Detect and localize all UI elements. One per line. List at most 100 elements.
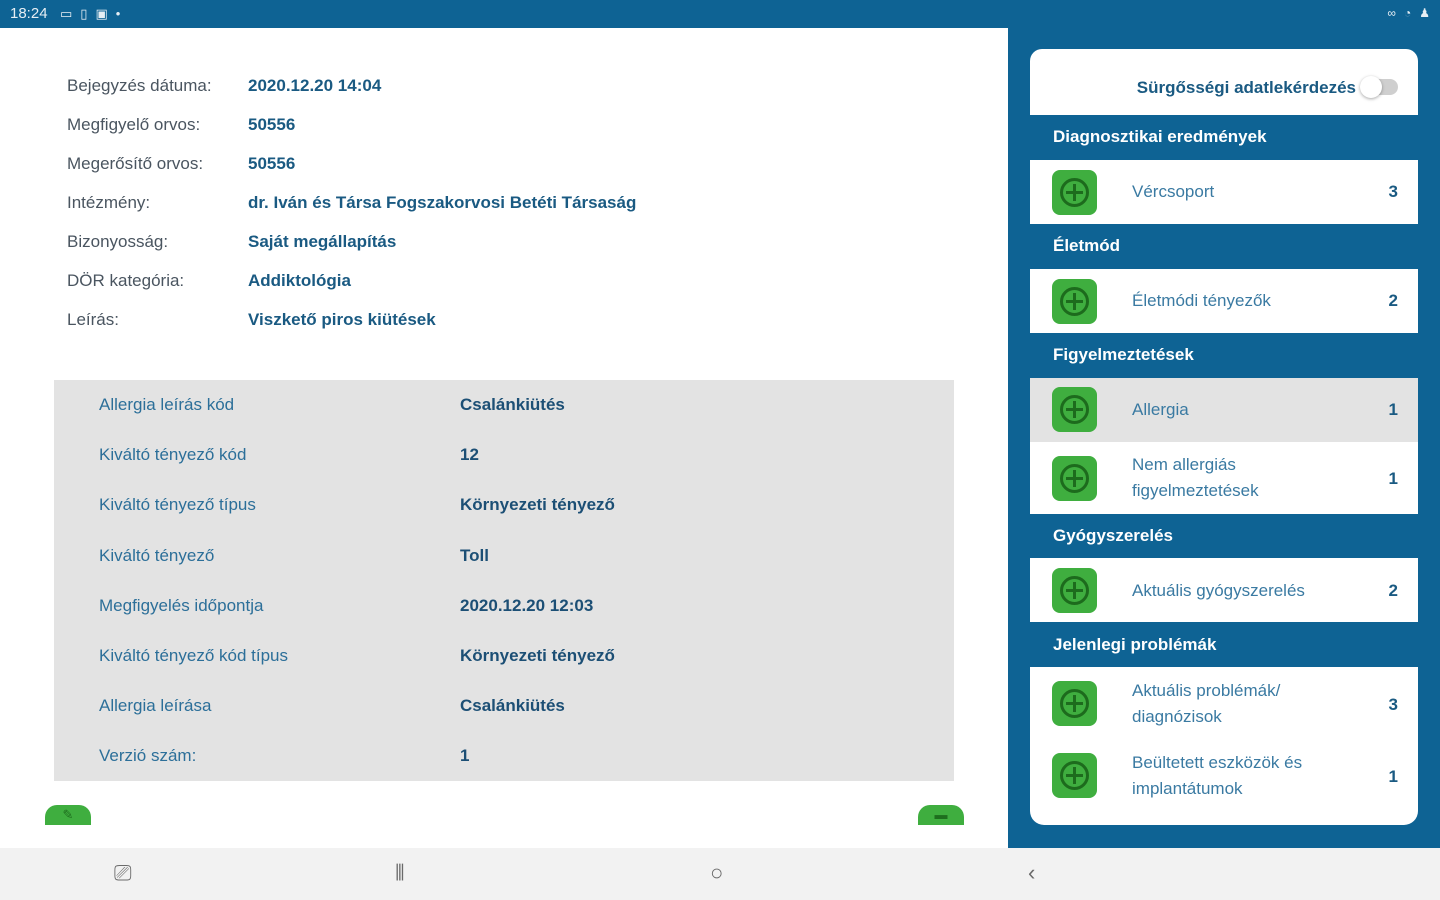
card-medication: Aktuális gyógyszerelés 2 xyxy=(1030,558,1418,622)
sidebar-item-count: 1 xyxy=(1388,400,1398,419)
info-value: Addiktológia xyxy=(248,271,351,290)
info-label: Intézmény: xyxy=(67,193,151,212)
detail-value: Csalánkiütés xyxy=(460,696,565,716)
dot-icon: • xyxy=(115,6,121,21)
info-row-institution: Intézmény: dr. Iván és Társa Fogszakorvo… xyxy=(67,193,636,232)
detail-value: Környezeti tényező xyxy=(460,495,615,515)
info-value: 50556 xyxy=(248,115,296,134)
detail-row: Kiváltó tényező kód típus Környezeti tén… xyxy=(54,646,954,696)
sidebar-item-count: 3 xyxy=(1388,182,1398,201)
detail-row: Kiváltó tényező típus Környezeti tényező xyxy=(54,495,954,545)
card-lifestyle: Életmódi tényezők 2 xyxy=(1030,269,1418,333)
sidebar-item-implants[interactable]: Beültetett eszközök és implantátumok 1 xyxy=(1030,739,1418,811)
status-bar: 18:24 ▭ ▯ ▣ • ∞ ◔ ♟ xyxy=(0,0,1440,28)
sidebar-item-label: Nem allergiás figyelmeztetések xyxy=(1132,455,1259,500)
info-row-date: Bejegyzés dátuma: 2020.12.20 14:04 xyxy=(67,76,636,115)
record-info: Bejegyzés dátuma: 2020.12.20 14:04 Megfi… xyxy=(67,76,636,349)
plus-circle-icon xyxy=(1052,568,1097,613)
detail-value: Toll xyxy=(460,545,489,565)
record-detail-pane: Bejegyzés dátuma: 2020.12.20 14:04 Megfi… xyxy=(0,28,1008,848)
wifi-icon: ◔ xyxy=(1403,6,1412,20)
status-right-icons: ∞ ◔ ♟ xyxy=(1387,6,1430,20)
detail-value: 1 xyxy=(460,746,470,766)
sidebar-item-count: 2 xyxy=(1388,581,1398,600)
detail-label: Kiváltó tényező xyxy=(99,545,215,565)
section-title-diagnostics: Diagnosztikai eredmények xyxy=(1053,127,1267,146)
edit-button[interactable]: ✎ xyxy=(45,805,91,825)
info-value: Viszkető piros kiütések xyxy=(248,310,436,329)
link-icon: ∞ xyxy=(1387,6,1396,20)
section-title-lifestyle: Életmód xyxy=(1053,236,1121,255)
detail-row: Kiváltó tényező kód 12 xyxy=(54,445,954,495)
info-label: Megerősítő orvos: xyxy=(67,154,204,173)
detail-row: Allergia leírása Csalánkiütés xyxy=(54,696,954,746)
screenshot-icon[interactable]: ⎚ xyxy=(114,860,132,886)
emergency-query-label: Sürgősségi adatlekérdezés xyxy=(1136,78,1356,97)
navigation-bar: ⎚ ⦀ ○ ‹ xyxy=(0,848,1440,900)
detail-label: Kiváltó tényező kód típus xyxy=(99,645,289,665)
sidebar-item-count: 2 xyxy=(1388,291,1398,310)
emergency-query-card: Sürgősségi adatlekérdezés xyxy=(1030,49,1418,115)
sidebar-item-non-allergy-warnings[interactable]: Nem allergiás figyelmeztetések 1 xyxy=(1030,442,1418,514)
detail-row: Kiváltó tényező Toll xyxy=(54,546,954,596)
card-diagnostics: Vércsoport 3 xyxy=(1030,160,1418,224)
sidebar-item-label: Vércsoport xyxy=(1132,182,1215,201)
sidebar-item-allergy[interactable]: Allergia 1 xyxy=(1030,378,1418,442)
sidebar-item-lifestyle-factors[interactable]: Életmódi tényezők 2 xyxy=(1030,269,1418,333)
sidebar-item-label: Aktuális gyógyszerelés xyxy=(1132,581,1305,600)
detail-label: Allergia leírás kód xyxy=(99,395,235,414)
info-value: 50556 xyxy=(248,154,296,173)
detail-label: Megfigyelés időpontja xyxy=(99,595,264,615)
info-label: Bizonyosság: xyxy=(67,232,169,251)
plus-circle-icon xyxy=(1052,681,1097,726)
info-row-confirmer: Megerősítő orvos: 50556 xyxy=(67,154,636,193)
status-left-icons: ▭ ▯ ▣ • xyxy=(60,6,120,22)
plus-circle-icon xyxy=(1052,279,1097,324)
plus-circle-icon xyxy=(1052,170,1097,215)
status-time: 18:24 xyxy=(10,5,48,22)
info-row-certainty: Bizonyosság: Saját megállapítás xyxy=(67,232,636,271)
message-icon: ▭ xyxy=(60,6,73,21)
info-row-description: Leírás: Viszkető piros kiütések xyxy=(67,310,636,349)
plus-circle-icon xyxy=(1052,753,1097,798)
emergency-query-toggle[interactable] xyxy=(1360,76,1398,98)
recents-icon[interactable]: ⦀ xyxy=(395,860,405,886)
detail-value: 12 xyxy=(460,445,479,465)
sidebar-item-label: Allergia xyxy=(1132,400,1189,419)
info-label: Leírás: xyxy=(67,310,119,329)
detail-label: Verzió szám: xyxy=(99,746,197,766)
sidebar-item-blood-type[interactable]: Vércsoport 3 xyxy=(1030,160,1418,224)
info-value: Saját megállapítás xyxy=(248,232,397,251)
sidebar-item-label: Beültetett eszközök és implantátumok xyxy=(1132,753,1303,798)
photo-icon: ▣ xyxy=(95,6,108,21)
section-title-warnings: Figyelmeztetések xyxy=(1053,345,1194,364)
delete-button[interactable]: ▬ xyxy=(918,805,964,825)
back-icon[interactable]: ‹ xyxy=(1028,860,1035,886)
person-icon: ♟ xyxy=(1419,6,1430,20)
sidebar-item-current-medication[interactable]: Aktuális gyógyszerelés 2 xyxy=(1030,558,1418,622)
card-current-problems: Aktuális problémák/ diagnózisok 3 Beülte… xyxy=(1030,667,1418,825)
info-row-category: DÖR kategória: Addiktológia xyxy=(67,271,636,310)
card-warnings: Allergia 1 Nem allergiás figyelmeztetése… xyxy=(1030,378,1418,514)
sidebar-item-current-diagnoses[interactable]: Aktuális problémák/ diagnózisok 3 xyxy=(1030,667,1418,739)
sidebar-item-label: Életmódi tényezők xyxy=(1132,291,1271,310)
plus-circle-icon xyxy=(1052,456,1097,501)
sidebar-item-count: 1 xyxy=(1388,469,1398,488)
sidebar-item-count: 1 xyxy=(1388,767,1398,786)
info-label: Megfigyelő orvos: xyxy=(67,115,201,134)
plus-circle-icon xyxy=(1052,387,1097,432)
info-value: 2020.12.20 14:04 xyxy=(248,76,382,95)
info-row-observer: Megfigyelő orvos: 50556 xyxy=(67,115,636,154)
detail-row: Allergia leírás kód Csalánkiütés xyxy=(54,395,954,445)
detail-row: Megfigyelés időpontja 2020.12.20 12:03 xyxy=(54,596,954,646)
detail-value: 2020.12.20 12:03 xyxy=(460,595,594,615)
info-label: DÖR kategória: xyxy=(67,271,185,290)
detail-value: Csalánkiütés xyxy=(460,395,565,414)
info-value: dr. Iván és Társa Fogszakorvosi Betéti T… xyxy=(248,193,637,212)
detail-label: Allergia leírása xyxy=(99,696,212,716)
toggle-knob xyxy=(1360,76,1382,98)
home-icon[interactable]: ○ xyxy=(710,860,723,886)
sidebar-item-count: 3 xyxy=(1388,695,1398,714)
section-title-current-problems: Jelenlegi problémák xyxy=(1053,635,1217,654)
sidebar: Sürgősségi adatlekérdezés Diagnosztikai … xyxy=(1008,28,1440,848)
